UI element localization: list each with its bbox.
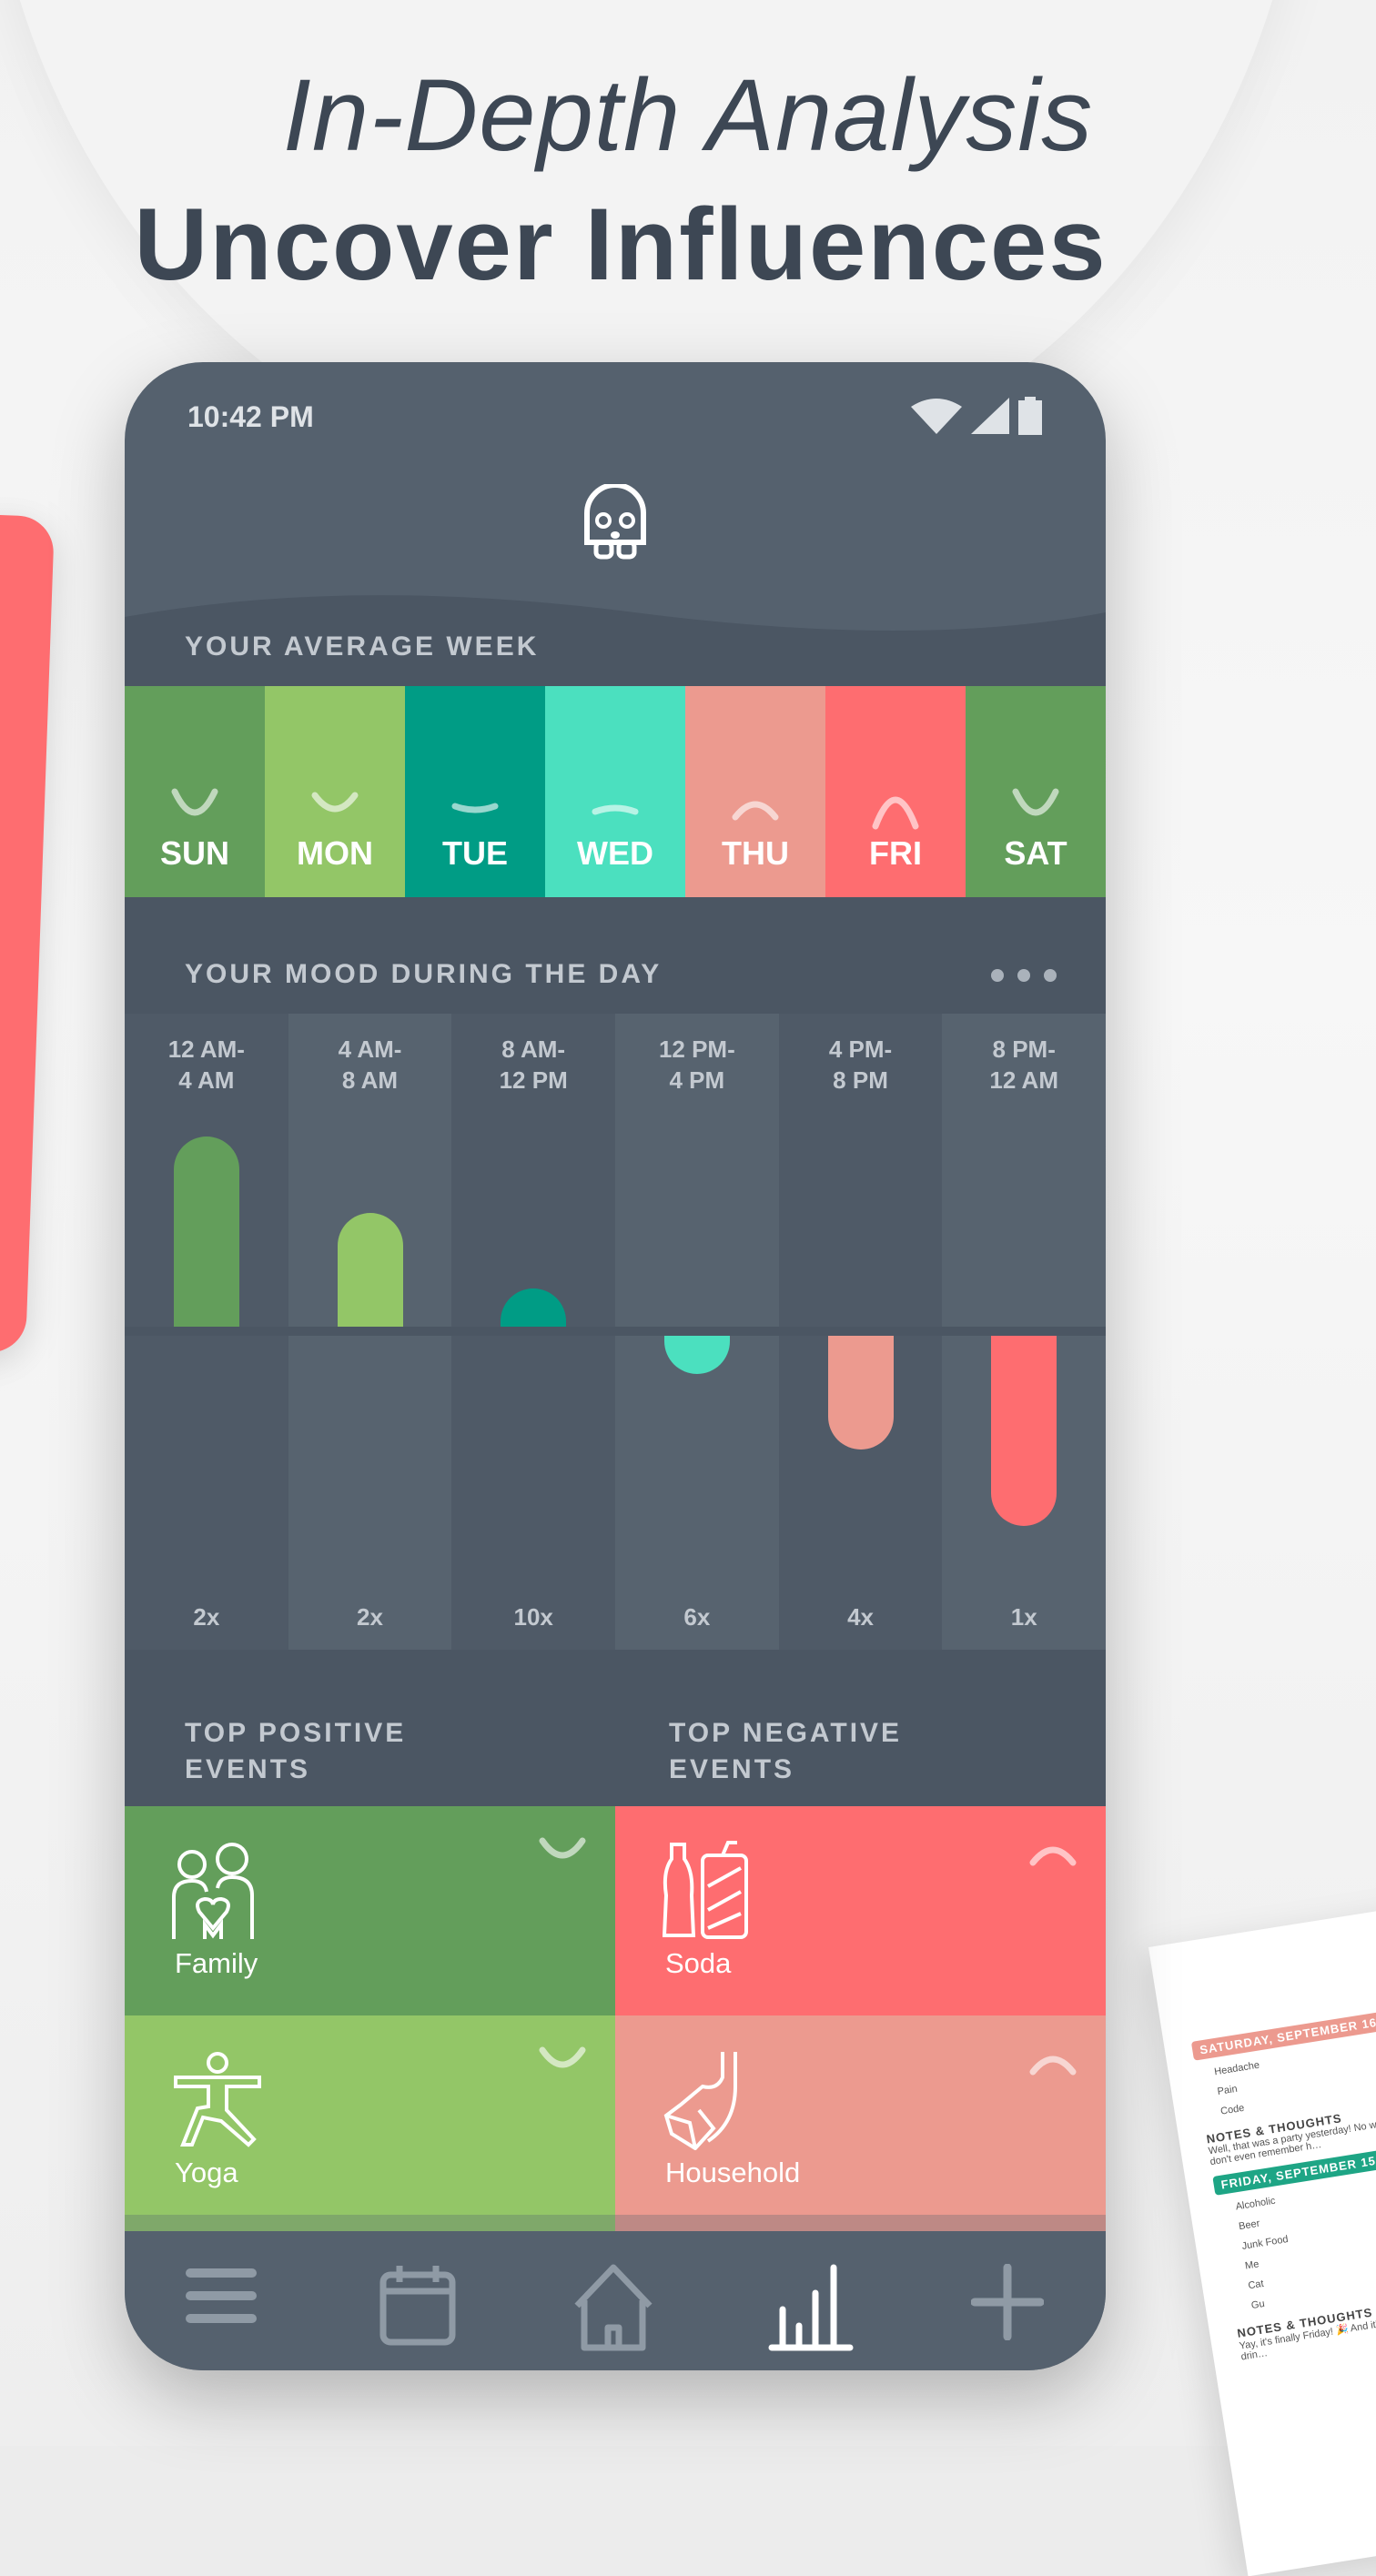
- events-header: TOP POSITIVE EVENTS TOP NEGATIVE EVENTS: [125, 1650, 1106, 1806]
- home-nav-button[interactable]: [573, 2264, 653, 2356]
- family-icon: [172, 1841, 254, 1945]
- mood-face-icon: [311, 792, 359, 813]
- menu-icon: [186, 2268, 257, 2323]
- events-overflow: [125, 2215, 1106, 2231]
- battery-icon: [1018, 397, 1042, 435]
- day-label: SAT: [1004, 834, 1067, 872]
- home-icon: [574, 2264, 653, 2351]
- event-tile-yoga[interactable]: Yoga: [125, 2015, 615, 2215]
- day-thu[interactable]: THU: [685, 686, 825, 897]
- day-fri[interactable]: FRI: [825, 686, 966, 897]
- mood-day-header: YOUR MOOD DURING THE DAY: [125, 897, 1106, 1014]
- event-tile-family[interactable]: Family: [125, 1806, 615, 2015]
- day-label: WED: [577, 834, 653, 872]
- mood-face-icon: [732, 801, 779, 821]
- event-label: Household: [665, 2157, 801, 2188]
- day-label: TUE: [442, 834, 508, 872]
- time-slot-label: 8 AM- 12 PM: [499, 1035, 568, 1094]
- day-sun[interactable]: SUN: [125, 686, 265, 897]
- household-icon: [663, 2050, 754, 2155]
- time-slot-label: 12 AM- 4 AM: [167, 1035, 245, 1094]
- average-week-title: YOUR AVERAGE WEEK: [185, 631, 540, 662]
- entry-count: 4x: [847, 1603, 874, 1631]
- stats-icon: [768, 2264, 854, 2351]
- yoga-icon: [172, 2050, 263, 2155]
- mood-face-icon: [1026, 1832, 1080, 1882]
- chart-baseline: [125, 1327, 1106, 1336]
- mood-bar: [991, 1336, 1057, 1526]
- headline-line1: In-Depth Analysis: [282, 58, 1094, 172]
- add-icon: [970, 2263, 1045, 2341]
- time-slot-label: 4 PM- 8 PM: [828, 1035, 893, 1094]
- menu-nav-button[interactable]: [185, 2264, 258, 2332]
- event-tile-soda[interactable]: Soda: [615, 1806, 1106, 2015]
- mood-bar: [827, 1336, 894, 1450]
- entry-count: 10x: [513, 1603, 553, 1631]
- event-tile-household[interactable]: Household: [615, 2015, 1106, 2215]
- day-label: MON: [297, 834, 373, 872]
- day-label: SUN: [159, 834, 229, 872]
- ghost-mascot-icon: [584, 484, 646, 560]
- entry-count: 6x: [683, 1603, 711, 1631]
- calendar-icon: [379, 2266, 456, 2346]
- day-label: FRI: [869, 834, 922, 872]
- calendar-nav-button[interactable]: [379, 2264, 456, 2350]
- entry-count: 2x: [193, 1603, 220, 1631]
- day-tue[interactable]: TUE: [405, 686, 545, 897]
- mood-face-icon: [1012, 788, 1059, 816]
- mood-bar: [337, 1212, 403, 1327]
- time-slot-label: 12 PM- 4 PM: [658, 1035, 735, 1094]
- mood-face-icon: [171, 788, 218, 816]
- average-week-strip: SUN MON TUE WED THU FRI SAT: [125, 686, 1106, 897]
- entry-count: 2x: [357, 1603, 383, 1631]
- mood-face-icon: [872, 796, 919, 830]
- event-label: Soda: [665, 1947, 732, 1979]
- entry-count: 1x: [1010, 1603, 1037, 1631]
- bottom-nav: [125, 2231, 1106, 2370]
- mood-bar: [173, 1136, 239, 1327]
- events-grid: Family Soda Yoga Household: [125, 1806, 1106, 2215]
- time-slot-label: 4 AM- 8 AM: [338, 1035, 402, 1094]
- wifi-icon: [911, 399, 962, 434]
- day-wed[interactable]: WED: [545, 686, 685, 897]
- mood-face-icon: [451, 803, 499, 813]
- day-sat[interactable]: SAT: [966, 686, 1106, 897]
- day-mon[interactable]: MON: [265, 686, 405, 897]
- more-dots-icon[interactable]: [989, 967, 1058, 984]
- signal-icon: [971, 398, 1009, 434]
- mood-day-title: YOUR MOOD DURING THE DAY: [185, 959, 663, 989]
- soda-icon: [662, 1841, 750, 1945]
- time-slot-label: 8 PM- 12 AM: [989, 1035, 1058, 1094]
- event-label: Yoga: [175, 2157, 238, 2188]
- mood-face-icon: [535, 1832, 590, 1882]
- day-label: THU: [722, 834, 789, 872]
- negative-events-title: TOP NEGATIVE EVENTS: [669, 1718, 903, 1784]
- mood-face-icon: [535, 2041, 590, 2091]
- headline-line2: Uncover Influences: [134, 187, 1108, 301]
- stats-nav-button[interactable]: [768, 2264, 854, 2356]
- mood-face-icon: [1026, 2041, 1080, 2091]
- event-label: Family: [175, 1947, 258, 1979]
- positive-events-title: TOP POSITIVE EVENTS: [185, 1718, 407, 1784]
- status-icons: [911, 397, 1042, 435]
- add-nav-button[interactable]: [970, 2263, 1045, 2345]
- mood-face-icon: [592, 804, 639, 815]
- phone-screen: 10:42 PM YOUR AVERAGE WEEK SUN MON TUE WED T…: [125, 362, 1106, 2370]
- status-time: 10:42 PM: [187, 400, 314, 433]
